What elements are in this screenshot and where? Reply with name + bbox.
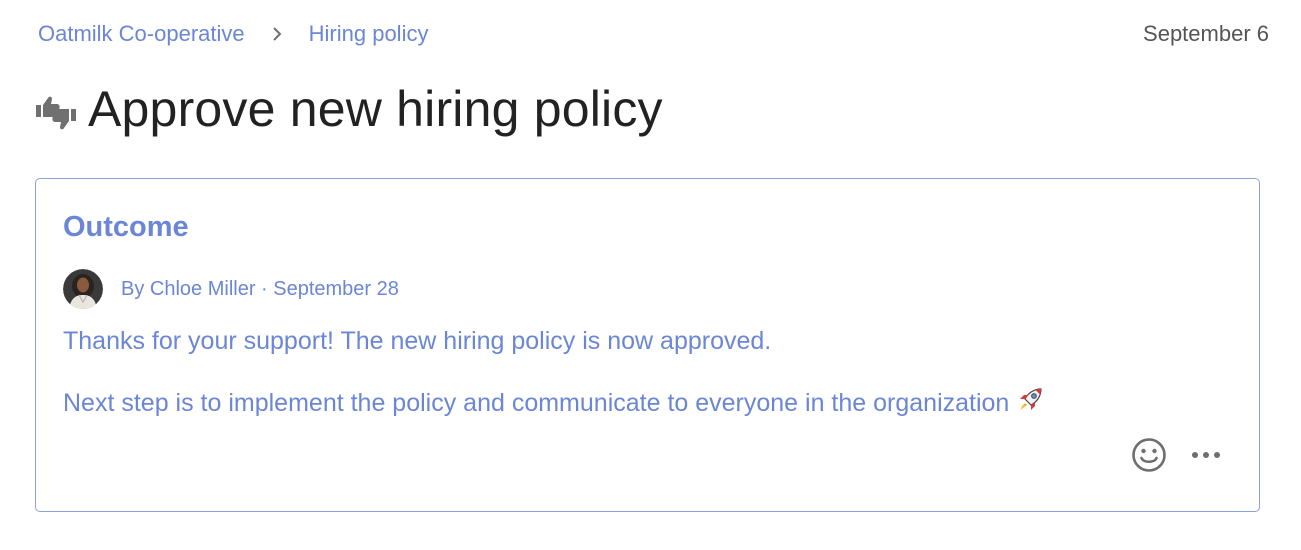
more-options-icon[interactable] xyxy=(1191,450,1221,460)
breadcrumb: Oatmilk Co-operative Hiring policy xyxy=(38,21,428,47)
created-date: September 6 xyxy=(1143,21,1269,46)
author-meta: By Chloe Miller · September 28 xyxy=(121,277,399,300)
outcome-paragraph-2-text: Next step is to implement the policy and… xyxy=(63,389,1010,417)
author-row: By Chloe Miller · September 28 xyxy=(63,269,399,309)
add-reaction-icon[interactable] xyxy=(1131,437,1167,473)
page-title: Approve new hiring policy xyxy=(88,81,663,137)
outcome-heading: Outcome xyxy=(63,211,189,243)
card-actions xyxy=(1131,437,1221,473)
chevron-right-icon xyxy=(271,26,283,42)
top-bar: Oatmilk Co-operative Hiring policy Septe… xyxy=(38,18,1269,50)
thumbs-up-down-icon xyxy=(34,87,78,131)
outcome-card: Outcome By Chloe Miller · September 28 T… xyxy=(35,178,1260,512)
outcome-paragraph-2: Next step is to implement the policy and… xyxy=(63,385,1045,422)
breadcrumb-item-organization[interactable]: Oatmilk Co-operative xyxy=(38,21,245,47)
outcome-paragraph-1: Thanks for your support! The new hiring … xyxy=(63,327,772,355)
title-row: Approve new hiring policy xyxy=(34,76,663,142)
breadcrumb-item-hiring-policy[interactable]: Hiring policy xyxy=(309,21,429,47)
avatar[interactable] xyxy=(63,269,103,309)
rocket-icon xyxy=(1015,385,1045,422)
